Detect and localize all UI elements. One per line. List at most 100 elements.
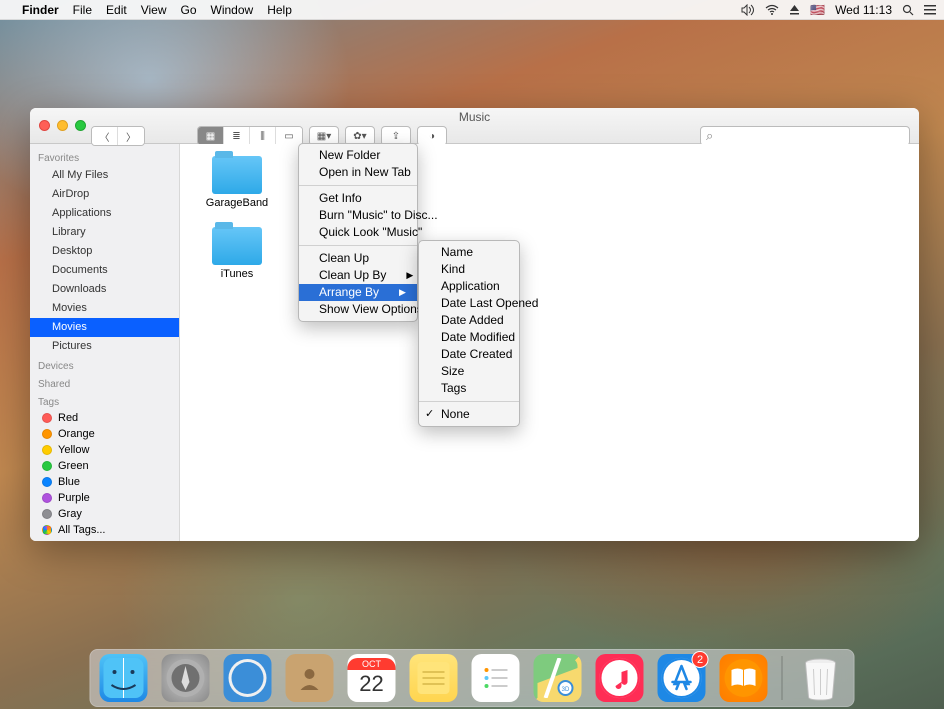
menu-file[interactable]: File bbox=[73, 3, 92, 17]
menubar: Finder File Edit View Go Window Help 🇺🇸 … bbox=[0, 0, 944, 20]
tag-label: Green bbox=[58, 460, 89, 472]
sidebar-item-movies[interactable]: Movies bbox=[30, 299, 179, 318]
submenu-size[interactable]: Size bbox=[419, 363, 519, 380]
sidebar-all-tags[interactable]: All Tags... bbox=[30, 522, 179, 538]
submenu-date-added[interactable]: Date Added bbox=[419, 312, 519, 329]
appstore-badge: 2 bbox=[692, 651, 709, 668]
sidebar-item-documents[interactable]: Documents bbox=[30, 261, 179, 280]
icon-view-button[interactable]: ▦ bbox=[198, 127, 224, 145]
sidebar-item-downloads[interactable]: Downloads bbox=[30, 280, 179, 299]
dock-reminders[interactable] bbox=[472, 654, 520, 702]
ctx-arrange-by[interactable]: Arrange By▶ bbox=[299, 284, 417, 301]
sidebar-item-applications[interactable]: Applications bbox=[30, 204, 179, 223]
ctx-burn-music-to-disc-[interactable]: Burn "Music" to Disc... bbox=[299, 207, 417, 224]
volume-icon[interactable] bbox=[741, 4, 755, 16]
tag-label: Yellow bbox=[58, 444, 89, 456]
coverflow-view-button[interactable]: ▭ bbox=[276, 127, 302, 145]
ctx-clean-up-by[interactable]: Clean Up By ▶ bbox=[299, 267, 417, 284]
submenu-label: Tags bbox=[441, 381, 466, 396]
submenu-date-modified[interactable]: Date Modified bbox=[419, 329, 519, 346]
sidebar-item-library[interactable]: Library bbox=[30, 223, 179, 242]
submenu-label: Date Last Opened bbox=[441, 296, 538, 311]
list-view-button[interactable]: ≣ bbox=[224, 127, 250, 145]
notification-center-icon[interactable] bbox=[924, 4, 936, 15]
ctx-clean-up[interactable]: Clean Up bbox=[299, 250, 417, 267]
tags-button[interactable]: ◑ bbox=[417, 126, 447, 146]
app-menu[interactable]: Finder bbox=[22, 3, 59, 17]
ctx-label: Open in New Tab bbox=[319, 165, 411, 180]
ctx-new-folder[interactable]: New Folder bbox=[299, 147, 417, 164]
sidebar-item-airdrop[interactable]: AirDrop bbox=[30, 185, 179, 204]
column-view-button[interactable]: ⫼ bbox=[250, 127, 276, 145]
titlebar[interactable]: Music 〈 〉 ▦ ≣ ⫼ ▭ ▦▾ ✿▾ ⇪ ◑ bbox=[30, 108, 919, 144]
dock-trash[interactable] bbox=[797, 654, 845, 702]
tag-dot-icon bbox=[42, 461, 52, 471]
submenu-arrow-icon: ▶ bbox=[406, 268, 413, 283]
ctx-show-view-options[interactable]: Show View Options bbox=[299, 301, 417, 318]
dock-calendar[interactable]: OCT 22 bbox=[348, 654, 396, 702]
ctx-quick-look-music-[interactable]: Quick Look "Music" bbox=[299, 224, 417, 241]
dock-launchpad[interactable] bbox=[162, 654, 210, 702]
menu-go[interactable]: Go bbox=[181, 3, 197, 17]
submenu-none[interactable]: ✓ None bbox=[419, 406, 519, 423]
content-area[interactable]: GarageBand iTunes bbox=[180, 144, 919, 541]
calendar-month: OCT bbox=[348, 658, 396, 670]
dock-maps[interactable]: 3D bbox=[534, 654, 582, 702]
ctx-label: Quick Look "Music" bbox=[319, 225, 422, 240]
submenu-name[interactable]: Name bbox=[419, 244, 519, 261]
forward-button[interactable]: 〉 bbox=[118, 127, 144, 145]
dock-itunes[interactable] bbox=[596, 654, 644, 702]
folder-garageband[interactable]: GarageBand bbox=[192, 156, 282, 209]
eject-icon[interactable] bbox=[789, 4, 800, 15]
check-icon: ✓ bbox=[425, 407, 434, 422]
input-flag-icon[interactable]: 🇺🇸 bbox=[810, 3, 825, 17]
folder-label: GarageBand bbox=[206, 197, 268, 209]
menu-edit[interactable]: Edit bbox=[106, 3, 127, 17]
dock-finder[interactable] bbox=[100, 654, 148, 702]
ctx-separator bbox=[299, 245, 417, 246]
back-button[interactable]: 〈 bbox=[92, 127, 118, 145]
dock-safari[interactable] bbox=[224, 654, 272, 702]
tag-label: Blue bbox=[58, 476, 80, 488]
sidebar-tag-yellow[interactable]: Yellow bbox=[30, 442, 179, 458]
submenu-application[interactable]: Application bbox=[419, 278, 519, 295]
dock-appstore[interactable]: 2 bbox=[658, 654, 706, 702]
submenu-kind[interactable]: Kind bbox=[419, 261, 519, 278]
submenu-label: None bbox=[441, 407, 470, 422]
submenu-date-created[interactable]: Date Created bbox=[419, 346, 519, 363]
ctx-get-info[interactable]: Get Info bbox=[299, 190, 417, 207]
ctx-separator bbox=[419, 401, 519, 402]
submenu-label: Date Created bbox=[441, 347, 512, 362]
spotlight-icon[interactable] bbox=[902, 4, 914, 16]
sidebar-item-all-my-files[interactable]: All My Files bbox=[30, 166, 179, 185]
menu-window[interactable]: Window bbox=[211, 3, 254, 17]
sidebar-tag-gray[interactable]: Gray bbox=[30, 506, 179, 522]
dock-ibooks[interactable] bbox=[720, 654, 768, 702]
ctx-label: Clean Up By bbox=[319, 268, 386, 283]
menu-help[interactable]: Help bbox=[267, 3, 292, 17]
ctx-separator bbox=[299, 185, 417, 186]
sidebar: Favorites All My Files AirDrop Applicati… bbox=[30, 144, 180, 541]
submenu-date-last-opened[interactable]: Date Last Opened bbox=[419, 295, 519, 312]
menu-view[interactable]: View bbox=[141, 3, 167, 17]
tag-label: Red bbox=[58, 412, 78, 424]
sidebar-tag-blue[interactable]: Blue bbox=[30, 474, 179, 490]
tag-label: Gray bbox=[58, 508, 82, 520]
ctx-label: Get Info bbox=[319, 191, 362, 206]
menubar-clock[interactable]: Wed 11:13 bbox=[835, 3, 892, 17]
sidebar-tag-purple[interactable]: Purple bbox=[30, 490, 179, 506]
search-field[interactable] bbox=[700, 126, 910, 146]
submenu-tags[interactable]: Tags bbox=[419, 380, 519, 397]
sidebar-item-movies-selected[interactable]: Movies bbox=[30, 318, 179, 337]
dock-contacts[interactable] bbox=[286, 654, 334, 702]
ctx-open-in-new-tab[interactable]: Open in New Tab bbox=[299, 164, 417, 181]
sidebar-tag-green[interactable]: Green bbox=[30, 458, 179, 474]
sidebar-item-desktop[interactable]: Desktop bbox=[30, 242, 179, 261]
wifi-icon[interactable] bbox=[765, 4, 779, 16]
folder-itunes[interactable]: iTunes bbox=[192, 227, 282, 280]
sidebar-tag-red[interactable]: Red bbox=[30, 410, 179, 426]
ctx-label: Burn "Music" to Disc... bbox=[319, 208, 438, 223]
sidebar-item-pictures[interactable]: Pictures bbox=[30, 337, 179, 356]
dock-notes[interactable] bbox=[410, 654, 458, 702]
sidebar-tag-orange[interactable]: Orange bbox=[30, 426, 179, 442]
